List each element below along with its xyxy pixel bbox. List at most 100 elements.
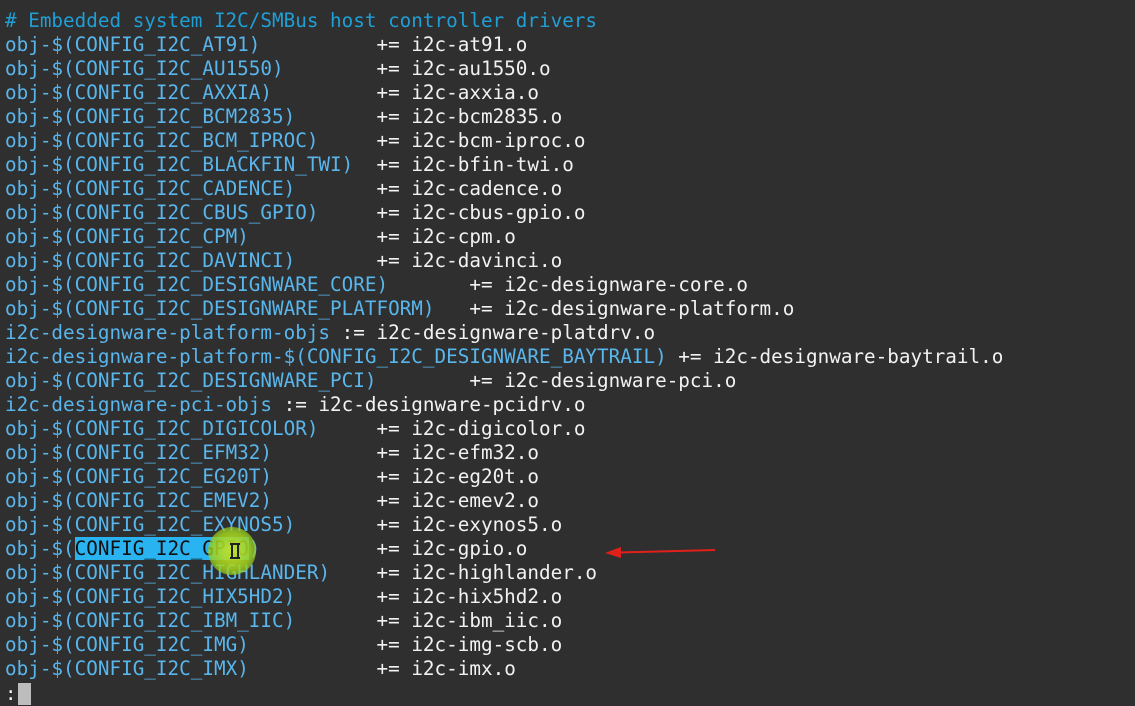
object-file: i2c-designware-pcidrv.o [318, 393, 586, 416]
assign-operator: += [376, 225, 400, 248]
line-prefix: obj-$( [5, 657, 75, 680]
assign-operator: += [376, 609, 400, 632]
assign-operator: += [376, 81, 400, 104]
spacing [493, 297, 505, 320]
spacing [295, 177, 376, 200]
config-variable: CONFIG_I2C_HIGHLANDER [74, 561, 319, 584]
line-prefix: obj-$( [5, 561, 75, 584]
spacing [388, 273, 469, 296]
makefile-line: obj-$(CONFIG_I2C_CADENCE) += i2c-cadence… [5, 177, 562, 201]
makefile-line: obj-$(CONFIG_I2C_CBUS_GPIO) += i2c-cbus-… [5, 201, 585, 225]
config-variable: CONFIG_I2C_IMG [74, 633, 238, 656]
spacing [249, 225, 377, 248]
assign-operator: += [469, 273, 493, 296]
object-file: i2c-axxia.o [411, 81, 540, 104]
line-prefix: obj-$( [5, 33, 75, 56]
assign-operator: += [376, 249, 400, 272]
assign-operator: += [376, 441, 400, 464]
object-file: i2c-gpio.o [411, 537, 528, 560]
line-paren: ) [237, 633, 249, 656]
config-variable: CONFIG_I2C_CADENCE [74, 177, 284, 200]
object-file: i2c-ibm_iic.o [411, 609, 563, 632]
spacing [667, 345, 679, 368]
line-paren: ) [364, 369, 377, 392]
spacing [284, 57, 377, 80]
object-file: i2c-designware-baytrail.o [713, 345, 1004, 368]
assign-operator: += [376, 561, 400, 584]
object-file: i2c-designware-pci.o [504, 369, 737, 392]
spacing [295, 609, 376, 632]
makefile-line: obj-$(CONFIG_I2C_DESIGNWARE_PLATFORM) +=… [5, 297, 794, 321]
line-paren: ) [260, 465, 272, 488]
object-file: i2c-imx.o [411, 657, 516, 680]
assign-operator: += [376, 465, 400, 488]
object-file: i2c-emev2.o [411, 489, 540, 512]
spacing [260, 33, 376, 56]
config-variable: CONFIG_I2C_AXXIA [74, 81, 261, 104]
spacing [435, 297, 470, 320]
assign-operator: += [469, 297, 493, 320]
spacing [702, 345, 714, 368]
makefile-line: obj-$(CONFIG_I2C_EFM32) += i2c-efm32.o [5, 441, 539, 465]
object-file: i2c-designware-platdrv.o [376, 321, 656, 344]
assign-operator: += [376, 585, 400, 608]
config-variable: CONFIG_I2C_DESIGNWARE_BAYTRAIL [306, 345, 656, 368]
line-prefix: obj-$( [5, 513, 75, 536]
makefile-line: i2c-designware-pci-objs := i2c-designwar… [5, 393, 585, 417]
config-variable: CONFIG_I2C_BCM2835 [74, 105, 284, 128]
spacing [400, 153, 412, 176]
object-file: i2c-exynos5.o [411, 513, 563, 536]
line-paren: ) [283, 249, 296, 272]
line-prefix: obj-$( [5, 417, 75, 440]
spacing [400, 417, 412, 440]
line-paren: ) [248, 33, 261, 56]
object-file: i2c-bcm2835.o [411, 105, 563, 128]
spacing [400, 57, 412, 80]
spacing [272, 489, 376, 512]
config-variable: CONFIG_I2C_IBM_IIC [74, 609, 284, 632]
line-prefix: obj-$( [5, 369, 75, 392]
spacing [365, 321, 377, 344]
assign-operator: += [376, 177, 400, 200]
spacing [400, 609, 412, 632]
makefile-line: obj-$(CONFIG_I2C_CPM) += i2c-cpm.o [5, 225, 516, 249]
spacing [400, 489, 412, 512]
assign-operator: += [376, 537, 400, 560]
line-paren: ) [341, 153, 354, 176]
line-prefix: obj-$( [5, 129, 75, 152]
config-variable: CONFIG_I2C_EMEV2 [74, 489, 261, 512]
spacing [272, 393, 284, 416]
spacing [400, 513, 412, 536]
assign-operator: += [376, 129, 400, 152]
spacing [249, 633, 377, 656]
makefile-line: obj-$(CONFIG_I2C_EXYNOS5) += i2c-exynos5… [5, 513, 562, 537]
config-variable: CONFIG_I2C_DESIGNWARE_PCI [74, 369, 365, 392]
makefile-line: obj-$(CONFIG_I2C_BCM2835) += i2c-bcm2835… [5, 105, 562, 129]
assign-operator: := [283, 393, 307, 416]
assign-operator: += [376, 33, 400, 56]
line-prefix: obj-$( [5, 57, 75, 80]
object-file: i2c-davinci.o [411, 249, 563, 272]
spacing [307, 393, 319, 416]
line-paren: ) [376, 273, 389, 296]
line-paren: ) [283, 105, 296, 128]
line-prefix: obj-$( [5, 489, 75, 512]
config-variable: CONFIG_I2C_AT91 [74, 33, 249, 56]
assign-operator: += [376, 57, 400, 80]
object-file: i2c-digicolor.o [411, 417, 586, 440]
spacing [295, 513, 376, 536]
makefile-line: obj-$(CONFIG_I2C_HIX5HD2) += i2c-hix5hd2… [5, 585, 562, 609]
line-paren: ) [283, 513, 296, 536]
terminal-window[interactable]: # Embedded system I2C/SMBus host control… [0, 0, 1135, 705]
spacing [400, 657, 412, 680]
makefile-line: obj-$(CONFIG_I2C_IBM_IIC) += i2c-ibm_iic… [5, 609, 562, 633]
config-variable: CONFIG_I2C_EG20T [74, 465, 261, 488]
command-prompt[interactable]: : [5, 682, 16, 706]
spacing [260, 537, 376, 560]
line-paren: ) [283, 177, 296, 200]
makefile-line: obj-$(CONFIG_I2C_AU1550) += i2c-au1550.o [5, 57, 551, 81]
ibeam-cursor-icon [230, 543, 240, 559]
spacing [376, 369, 469, 392]
makefile-line: i2c-designware-platform-$(CONFIG_I2C_DES… [5, 345, 1003, 369]
spacing [295, 105, 376, 128]
